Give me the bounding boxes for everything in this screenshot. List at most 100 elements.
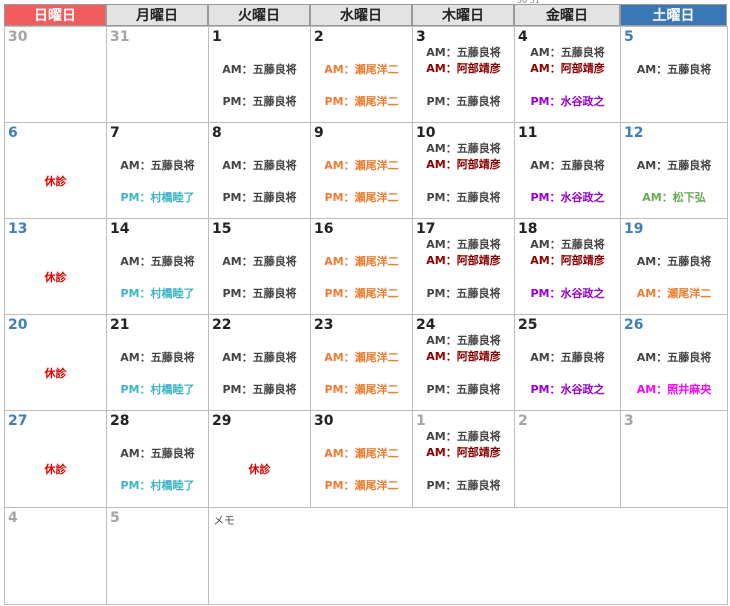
day-cell[interactable]: 22 AM：五藤良将 PM：五藤良将 <box>208 314 311 411</box>
day-number: 3 <box>624 413 634 429</box>
day-cell[interactable]: 23 AM：瀬尾洋二 PM：瀬尾洋二 <box>310 314 413 411</box>
day-cell[interactable]: 24 AM：五藤良将 AM：阿部靖彦 PM：五藤良将 <box>412 314 515 411</box>
schedule-entry: PM：村橋睦了 <box>120 191 195 204</box>
day-number: 8 <box>212 125 222 141</box>
day-cell[interactable]: 10 AM：五藤良将 AM：阿部靖彦 PM：五藤良将 <box>412 122 515 219</box>
day-cell[interactable]: 31 <box>106 26 209 123</box>
schedule-entry: AM：五藤良将 <box>636 255 712 268</box>
schedule-entry: PM：五藤良将 <box>222 287 297 300</box>
day-cell[interactable]: 13 休診 <box>4 218 107 315</box>
schedule-entry: AM：阿部靖彦 <box>426 254 501 267</box>
day-cell[interactable]: 1 AM：五藤良将 PM：五藤良将 <box>208 26 311 123</box>
schedule-entry: AM：瀬尾洋二 <box>636 287 712 300</box>
schedule-entry: AM：五藤良将 <box>120 447 195 460</box>
schedule-entry: AM：瀬尾洋二 <box>324 63 399 76</box>
day-cell[interactable]: 26 AM：五藤良将 AM：照井麻央 <box>620 314 728 411</box>
day-cell[interactable]: 9 AM：瀬尾洋二 PM：瀬尾洋二 <box>310 122 413 219</box>
day-cell[interactable]: 15 AM：五藤良将 PM：五藤良将 <box>208 218 311 315</box>
day-number: 7 <box>110 125 120 141</box>
schedule-entry: AM：五藤良将 <box>426 142 501 155</box>
day-cell[interactable]: 2 <box>514 410 621 508</box>
day-number: 31 <box>110 29 130 45</box>
day-number: 18 <box>518 221 538 237</box>
day-cell[interactable]: 1 AM：五藤良将 AM：阿部靖彦 PM：五藤良将 <box>412 410 515 508</box>
day-number: 30 <box>314 413 334 429</box>
day-cell[interactable]: 17 AM：五藤良将 AM：阿部靖彦 PM：五藤良将 <box>412 218 515 315</box>
schedule-entry: PM：五藤良将 <box>426 479 501 492</box>
schedule-entry: AM：五藤良将 <box>636 159 712 172</box>
day-cell[interactable]: 2 AM：瀬尾洋二 PM：瀬尾洋二 <box>310 26 413 123</box>
day-number: 15 <box>212 221 232 237</box>
day-cell[interactable]: 4 AM：五藤良将 AM：阿部靖彦 PM：水谷政之 <box>514 26 621 123</box>
day-cell[interactable]: 11 AM：五藤良将 PM：水谷政之 <box>514 122 621 219</box>
day-cell[interactable]: 16 AM：瀬尾洋二 PM：瀬尾洋二 <box>310 218 413 315</box>
weekday-header: 水曜日 <box>310 4 412 26</box>
weekday-header: 日曜日 <box>4 4 106 26</box>
day-cell[interactable]: 27 休診 <box>4 410 107 508</box>
schedule-entry: AM：五藤良将 <box>636 351 712 364</box>
schedule-entry: AM：瀬尾洋二 <box>324 351 399 364</box>
day-cell[interactable]: 19 AM：五藤良将 AM：瀬尾洋二 <box>620 218 728 315</box>
weekday-header: 木曜日 <box>412 4 514 26</box>
day-number: 6 <box>8 125 18 141</box>
calendar: 日曜日 月曜日 火曜日 水曜日 木曜日 金曜日 土曜日 30 31 30 31 1 AM：五藤良将 PM… <box>0 0 728 605</box>
day-cell[interactable]: 7 AM：五藤良将 PM：村橋睦了 <box>106 122 209 219</box>
day-cell[interactable]: 25 AM：五藤良将 PM：水谷政之 <box>514 314 621 411</box>
day-number: 5 <box>624 29 634 45</box>
schedule-entry: AM：五藤良将 <box>530 351 605 364</box>
day-number: 25 <box>518 317 538 333</box>
day-cell[interactable]: 28 AM：五藤良将 PM：村橋睦了 <box>106 410 209 508</box>
memo-area[interactable]: メモ <box>208 507 728 605</box>
day-number: 21 <box>110 317 130 333</box>
day-number: 1 <box>212 29 222 45</box>
day-cell[interactable]: 5 AM：五藤良将 <box>620 26 728 123</box>
weekday-header: 金曜日 <box>514 4 620 26</box>
schedule-entry: AM：照井麻央 <box>636 383 712 396</box>
schedule-entry: AM：五藤良将 <box>120 351 195 364</box>
schedule-entry: AM：瀬尾洋二 <box>324 447 399 460</box>
day-cell[interactable]: 21 AM：五藤良将 PM：村橋睦了 <box>106 314 209 411</box>
schedule-entry: PM：瀬尾洋二 <box>324 287 399 300</box>
day-cell[interactable]: 30 <box>4 26 107 123</box>
schedule-entry: PM：水谷政之 <box>530 383 605 396</box>
schedule-entry: AM：阿部靖彦 <box>530 62 605 75</box>
schedule-entry: AM：阿部靖彦 <box>530 254 605 267</box>
day-cell[interactable]: 14 AM：五藤良将 PM：村橋睦了 <box>106 218 209 315</box>
day-cell[interactable]: 20 休診 <box>4 314 107 411</box>
schedule-entry: AM：松下弘 <box>642 191 706 204</box>
day-cell[interactable]: 4 <box>4 507 107 605</box>
day-cell[interactable]: 12 AM：五藤良将 AM：松下弘 <box>620 122 728 219</box>
weekday-header: 月曜日 <box>106 4 208 26</box>
day-number: 4 <box>8 510 18 526</box>
day-cell[interactable]: 6 休診 <box>4 122 107 219</box>
day-cell[interactable]: 29 休診 <box>208 410 311 508</box>
schedule-entry: PM：五藤良将 <box>426 191 501 204</box>
day-number: 30 <box>8 29 28 45</box>
day-number: 13 <box>8 221 28 237</box>
day-cell[interactable]: 3 <box>620 410 728 508</box>
schedule-entry: AM：阿部靖彦 <box>426 350 501 363</box>
schedule-entry: AM：五藤良将 <box>222 159 297 172</box>
schedule-entry: PM：水谷政之 <box>530 287 605 300</box>
day-cell[interactable]: 5 <box>106 507 209 605</box>
day-cell[interactable]: 30 AM：瀬尾洋二 PM：瀬尾洋二 <box>310 410 413 508</box>
day-number: 2 <box>314 29 324 45</box>
day-cell[interactable]: 3 AM：五藤良将 AM：阿部靖彦 PM：五藤良将 <box>412 26 515 123</box>
schedule-entry: AM：五藤良将 <box>426 430 501 443</box>
schedule-entry: PM：瀬尾洋二 <box>324 191 399 204</box>
weekday-header: 土曜日 <box>620 4 727 26</box>
schedule-entry: AM：五藤良将 <box>222 255 297 268</box>
schedule-entry: PM：五藤良将 <box>222 191 297 204</box>
schedule-entry: AM：五藤良将 <box>426 46 501 59</box>
schedule-entry: PM：水谷政之 <box>530 191 605 204</box>
schedule-entry: AM：五藤良将 <box>222 351 297 364</box>
day-number: 9 <box>314 125 324 141</box>
schedule-entry: 休診 <box>44 367 67 380</box>
day-number: 16 <box>314 221 334 237</box>
schedule-entry: 休診 <box>44 463 67 476</box>
schedule-entry: PM：五藤良将 <box>222 95 297 108</box>
memo-label: メモ <box>213 514 235 527</box>
day-cell[interactable]: 18 AM：五藤良将 AM：阿部靖彦 PM：水谷政之 <box>514 218 621 315</box>
day-cell[interactable]: 8 AM：五藤良将 PM：五藤良将 <box>208 122 311 219</box>
schedule-entry: AM：五藤良将 <box>530 238 605 251</box>
